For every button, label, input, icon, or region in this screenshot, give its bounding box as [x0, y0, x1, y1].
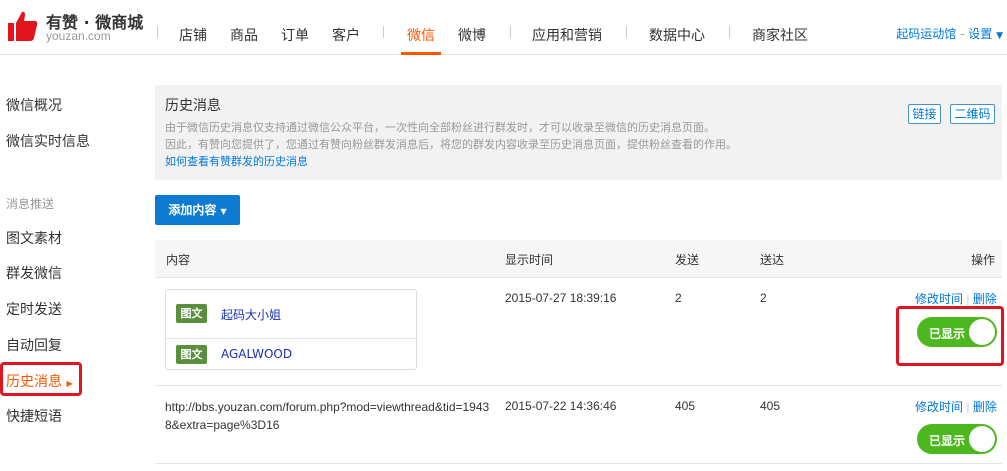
sent-count: 405: [675, 399, 696, 413]
nav-item-customers[interactable]: 客户: [332, 25, 360, 45]
display-time: 2015-07-27 18:39:16: [505, 291, 617, 305]
link-button[interactable]: 链接: [908, 104, 941, 124]
brand-logo[interactable]: 有赞 · 微商城 youzan.com: [6, 8, 146, 48]
row-divider: [155, 463, 1002, 464]
news-tag: 图文: [176, 345, 207, 364]
settings-link[interactable]: 设置: [968, 27, 992, 41]
sidebar-item-wechat-overview[interactable]: 微信概况: [6, 95, 62, 115]
history-info-panel: 历史消息 由于微信历史消息仅支持通过微信公众平台，一次性向全部粉丝进行群发时，才…: [155, 85, 1002, 180]
delete-link[interactable]: 删除: [973, 292, 997, 306]
display-time: 2015-07-22 14:36:46: [505, 399, 617, 413]
action-separator: |: [966, 400, 970, 414]
row-divider: [155, 385, 1002, 386]
nav-separator: [157, 26, 158, 38]
brand-subtitle: youzan.com: [46, 29, 111, 43]
highlight-box-sidebar: [0, 362, 82, 396]
delivered-count: 405: [760, 399, 781, 413]
sidebar-item-wechat-realtime[interactable]: 微信实时信息: [6, 131, 90, 151]
sidebar-item-auto-reply[interactable]: 自动回复: [6, 335, 62, 355]
store-name-link[interactable]: 起码运动馆: [896, 27, 956, 41]
nav-item-data-center[interactable]: 数据中心: [649, 25, 705, 45]
row-actions: 修改时间 | 删除: [915, 398, 997, 415]
nav-item-merchant-community[interactable]: 商家社区: [752, 25, 808, 45]
nav-item-apps-marketing[interactable]: 应用和营销: [532, 25, 602, 45]
sidebar-item-scheduled-send[interactable]: 定时发送: [6, 299, 62, 319]
edit-time-link[interactable]: 修改时间: [915, 292, 963, 306]
message-url: http://bbs.youzan.com/forum.php?mod=view…: [165, 400, 490, 432]
delete-link[interactable]: 删除: [973, 400, 997, 414]
nav-separator: [510, 26, 511, 38]
row-actions: 修改时间 | 删除: [915, 290, 997, 307]
account-separator: -: [956, 27, 969, 41]
article-title-link[interactable]: AGALWOOD: [221, 347, 292, 361]
sidebar-group-label: 消息推送: [6, 197, 55, 211]
caret-down-icon: ▼: [220, 207, 227, 216]
message-card: 图文 起码大小姐 图文 AGALWOOD: [165, 289, 417, 370]
display-toggle[interactable]: 已显示: [917, 424, 997, 454]
column-header-actions: 操作: [971, 253, 996, 267]
panel-description-line1: 由于微信历史消息仅支持通过微信公众平台，一次性向全部粉丝进行群发时，才可以收录至…: [165, 121, 715, 134]
nav-separator: [383, 26, 384, 38]
delivered-count: 2: [760, 291, 767, 305]
table-header: 内容 显示时间 发送 送达 操作: [155, 240, 1002, 278]
nav-item-shop[interactable]: 店铺: [179, 25, 207, 45]
sent-count: 2: [675, 291, 682, 305]
top-navigation-bar: 有赞 · 微商城 youzan.com 店铺 商品 订单 客户 微信 微博 应用…: [0, 0, 1007, 55]
help-link[interactable]: 如何查看有赞群发的历史消息: [165, 153, 308, 169]
sidebar-item-news-material[interactable]: 图文素材: [6, 228, 62, 248]
edit-time-link[interactable]: 修改时间: [915, 400, 963, 414]
card-divider: [166, 338, 416, 339]
column-header-sent: 发送: [675, 253, 700, 267]
active-tab-underline: [401, 52, 441, 55]
column-header-content: 内容: [166, 253, 191, 267]
toggle-label: 已显示: [929, 434, 966, 448]
action-separator: |: [966, 292, 970, 306]
news-tag: 图文: [176, 304, 207, 323]
thumbs-up-icon: [8, 11, 38, 42]
nav-item-products[interactable]: 商品: [230, 25, 258, 45]
highlight-box-toggle: [896, 306, 1004, 366]
toggle-knob: [969, 426, 995, 452]
sidebar-item-quick-phrases[interactable]: 快捷短语: [6, 406, 62, 426]
article-title-link[interactable]: 起码大小姐: [221, 306, 281, 323]
column-header-time: 显示时间: [505, 253, 554, 267]
nav-item-orders[interactable]: 订单: [281, 25, 309, 45]
panel-description-line2: 因此，有赞向您提供了，您通过有赞向粉丝群发消息后，将您的群发内容收录至历史消息页…: [165, 138, 737, 151]
add-content-label: 添加内容: [168, 203, 217, 217]
nav-item-wechat[interactable]: 微信: [407, 25, 435, 45]
caret-down-icon[interactable]: ▼: [996, 31, 1003, 41]
column-header-delivered: 送达: [760, 253, 785, 267]
add-content-button[interactable]: 添加内容 ▼: [155, 195, 240, 225]
panel-title: 历史消息: [165, 98, 221, 114]
nav-item-weibo[interactable]: 微博: [458, 25, 486, 45]
sidebar-item-mass-send[interactable]: 群发微信: [6, 263, 62, 283]
account-links: 起码运动馆 - 设置 ▼: [896, 25, 1003, 42]
nav-separator: [729, 26, 730, 38]
nav-separator: [626, 26, 627, 38]
qrcode-button[interactable]: 二维码: [950, 104, 995, 124]
